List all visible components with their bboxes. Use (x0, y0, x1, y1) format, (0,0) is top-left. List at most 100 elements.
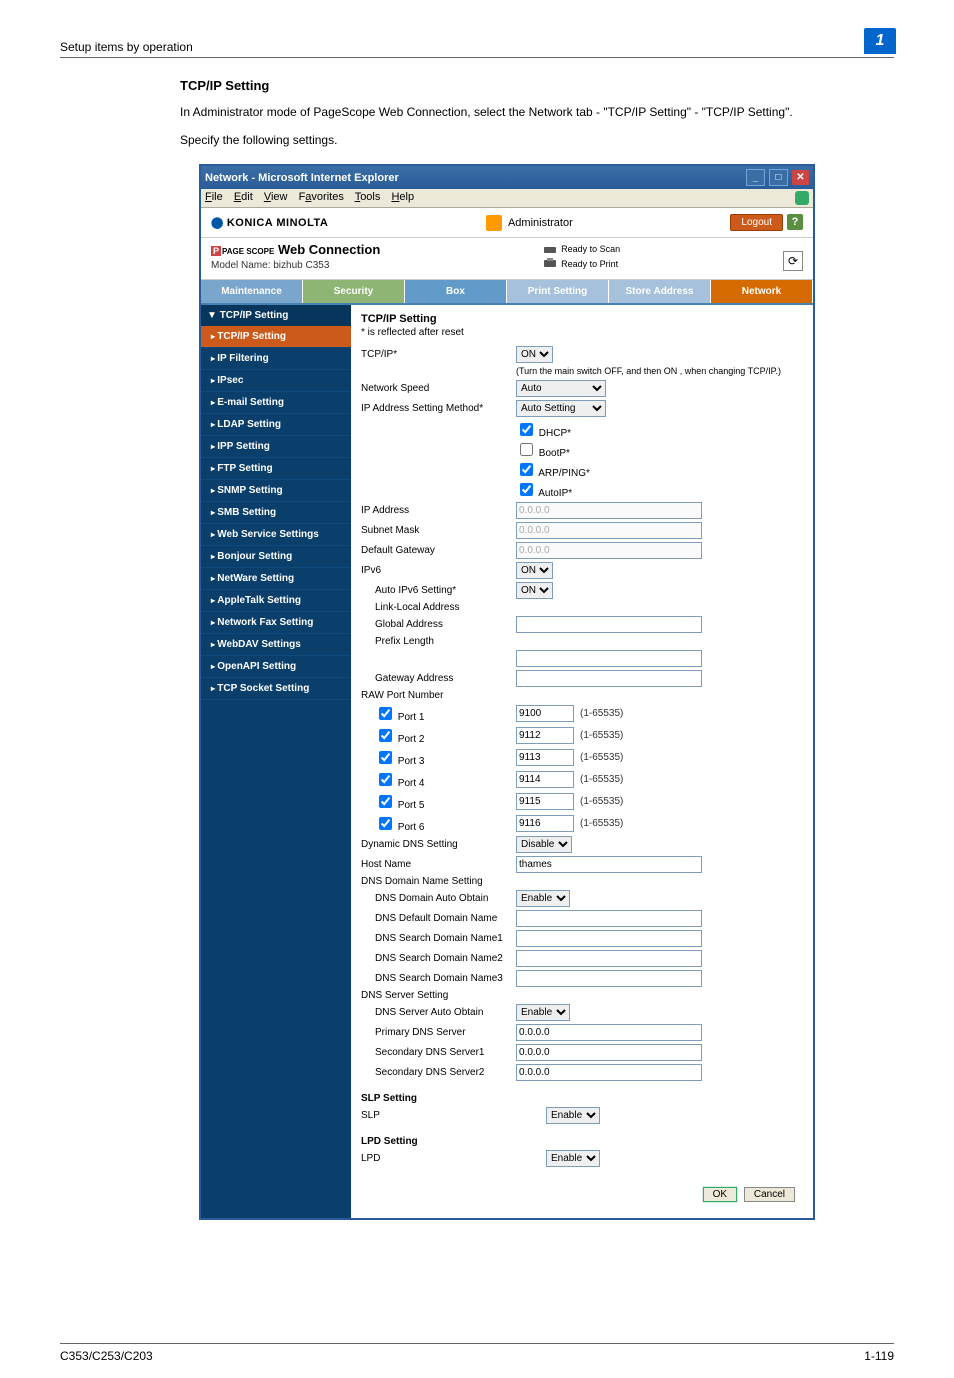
logout-button[interactable]: Logout (730, 214, 783, 231)
dnsdef-input[interactable] (516, 910, 702, 927)
gatewayaddr-label: Gateway Address (361, 673, 516, 684)
secdns2-input[interactable] (516, 1064, 702, 1081)
sidebar-item-ftp[interactable]: FTP Setting (201, 458, 351, 480)
slp-select[interactable]: Enable (546, 1107, 600, 1124)
menu-favorites[interactable]: Favorites (299, 191, 344, 203)
prefix-input[interactable] (516, 650, 702, 667)
arp-check[interactable]: ARP/PING* (516, 460, 803, 479)
help-button[interactable]: ? (787, 214, 803, 230)
sidebar-item-tcpsocket[interactable]: TCP Socket Setting (201, 678, 351, 700)
gatewayaddr-input[interactable] (516, 670, 702, 687)
sidebar-item-webdav[interactable]: WebDAV Settings (201, 634, 351, 656)
menu-file[interactable]: File (205, 191, 223, 203)
netspeed-label: Network Speed (361, 383, 516, 394)
tab-store-address[interactable]: Store Address (609, 280, 711, 303)
port3-input[interactable] (516, 749, 574, 766)
dnss3-label: DNS Search Domain Name3 (361, 973, 516, 984)
sidebar-item-email[interactable]: E-mail Setting (201, 392, 351, 414)
global-input[interactable] (516, 616, 702, 633)
ipv6-label: IPv6 (361, 565, 516, 576)
port4-input[interactable] (516, 771, 574, 788)
bootp-check[interactable]: BootP* (516, 440, 803, 459)
tab-security[interactable]: Security (303, 280, 405, 303)
sidebar-item-appletalk[interactable]: AppleTalk Setting (201, 590, 351, 612)
port2-check[interactable]: Port 2 (361, 726, 516, 745)
dnss1-input[interactable] (516, 930, 702, 947)
dnss2-label: DNS Search Domain Name2 (361, 953, 516, 964)
secdns1-input[interactable] (516, 1044, 702, 1061)
dhcp-check[interactable]: DHCP* (516, 420, 803, 439)
sidebar-item-smb[interactable]: SMB Setting (201, 502, 351, 524)
print-status: Ready to Print (561, 257, 618, 271)
gateway-input (516, 542, 702, 559)
footer-right: 1-119 (864, 1349, 894, 1363)
dyndns-label: Dynamic DNS Setting (361, 839, 516, 850)
autov6-select[interactable]: ON (516, 582, 553, 599)
cancel-button[interactable]: Cancel (744, 1187, 795, 1202)
menu-view[interactable]: View (264, 191, 288, 203)
port4-check[interactable]: Port 4 (361, 770, 516, 789)
dyndns-select[interactable]: Disable (516, 836, 572, 853)
subnet-label: Subnet Mask (361, 525, 516, 536)
dnsdom-auto-select[interactable]: Enable (516, 890, 570, 907)
host-label: Host Name (361, 859, 516, 870)
doc-header: Setup items by operation (60, 40, 193, 54)
port2-input[interactable] (516, 727, 574, 744)
autoip-check[interactable]: AutoIP* (516, 480, 803, 499)
menu-help[interactable]: Help (391, 191, 414, 203)
host-input[interactable] (516, 856, 702, 873)
sidebar-item-networkfax[interactable]: Network Fax Setting (201, 612, 351, 634)
tab-network[interactable]: Network (711, 280, 813, 303)
port5-check[interactable]: Port 5 (361, 792, 516, 811)
ok-button[interactable]: OK (703, 1187, 737, 1202)
tcpip-label: TCP/IP* (361, 349, 516, 360)
primdns-input[interactable] (516, 1024, 702, 1041)
ipmethod-select[interactable]: Auto Setting (516, 400, 606, 417)
dnss3-input[interactable] (516, 970, 702, 987)
port6-input[interactable] (516, 815, 574, 832)
tab-box[interactable]: Box (405, 280, 507, 303)
sidebar-item-ipsec[interactable]: IPsec (201, 370, 351, 392)
dnssrv-head: DNS Server Setting (361, 990, 803, 1001)
port1-check[interactable]: Port 1 (361, 704, 516, 723)
minimize-icon[interactable]: _ (746, 169, 765, 186)
scanner-icon (543, 244, 557, 255)
sidebar-item-openapi[interactable]: OpenAPI Setting (201, 656, 351, 678)
menu-tools[interactable]: Tools (355, 191, 381, 203)
dnss1-label: DNS Search Domain Name1 (361, 933, 516, 944)
maximize-icon[interactable]: □ (769, 169, 788, 186)
sidebar-item-bonjour[interactable]: Bonjour Setting (201, 546, 351, 568)
refresh-button[interactable]: ⟳ (783, 251, 803, 271)
port6-check[interactable]: Port 6 (361, 814, 516, 833)
port1-input[interactable] (516, 705, 574, 722)
dnss2-input[interactable] (516, 950, 702, 967)
sidebar-item-tcpip[interactable]: TCP/IP Setting (201, 326, 351, 348)
ipaddr-label: IP Address (361, 505, 516, 516)
sidebar-item-snmp[interactable]: SNMP Setting (201, 480, 351, 502)
sidebar-item-ipfiltering[interactable]: IP Filtering (201, 348, 351, 370)
netspeed-select[interactable]: Auto (516, 380, 606, 397)
sidebar-item-ldap[interactable]: LDAP Setting (201, 414, 351, 436)
connection-title: PAGE SCOPE Web Connection (211, 242, 380, 257)
tcpip-hint: (Turn the main switch OFF, and then ON ,… (516, 366, 803, 376)
tab-print-setting[interactable]: Print Setting (507, 280, 609, 303)
port3-check[interactable]: Port 3 (361, 748, 516, 767)
close-icon[interactable]: ✕ (792, 170, 809, 185)
printer-icon (543, 258, 557, 269)
intro-1: In Administrator mode of PageScope Web C… (180, 103, 834, 121)
port5-input[interactable] (516, 793, 574, 810)
tab-maintenance[interactable]: Maintenance (201, 280, 303, 303)
ipv6-select[interactable]: ON (516, 562, 553, 579)
sidebar-head[interactable]: TCP/IP Setting (201, 305, 351, 326)
lpd-select[interactable]: Enable (546, 1150, 600, 1167)
menu-edit[interactable]: Edit (234, 191, 253, 203)
sidebar-item-netware[interactable]: NetWare Setting (201, 568, 351, 590)
linklocal-label: Link-Local Address (361, 602, 516, 613)
slp-label: SLP (361, 1110, 516, 1121)
sidebar-item-webservice[interactable]: Web Service Settings (201, 524, 351, 546)
dnssrv-auto-select[interactable]: Enable (516, 1004, 570, 1021)
scan-status: Ready to Scan (561, 242, 620, 256)
tcpip-select[interactable]: ON (516, 346, 553, 363)
sidebar-item-ipp[interactable]: IPP Setting (201, 436, 351, 458)
dnsdom-head: DNS Domain Name Setting (361, 876, 803, 887)
